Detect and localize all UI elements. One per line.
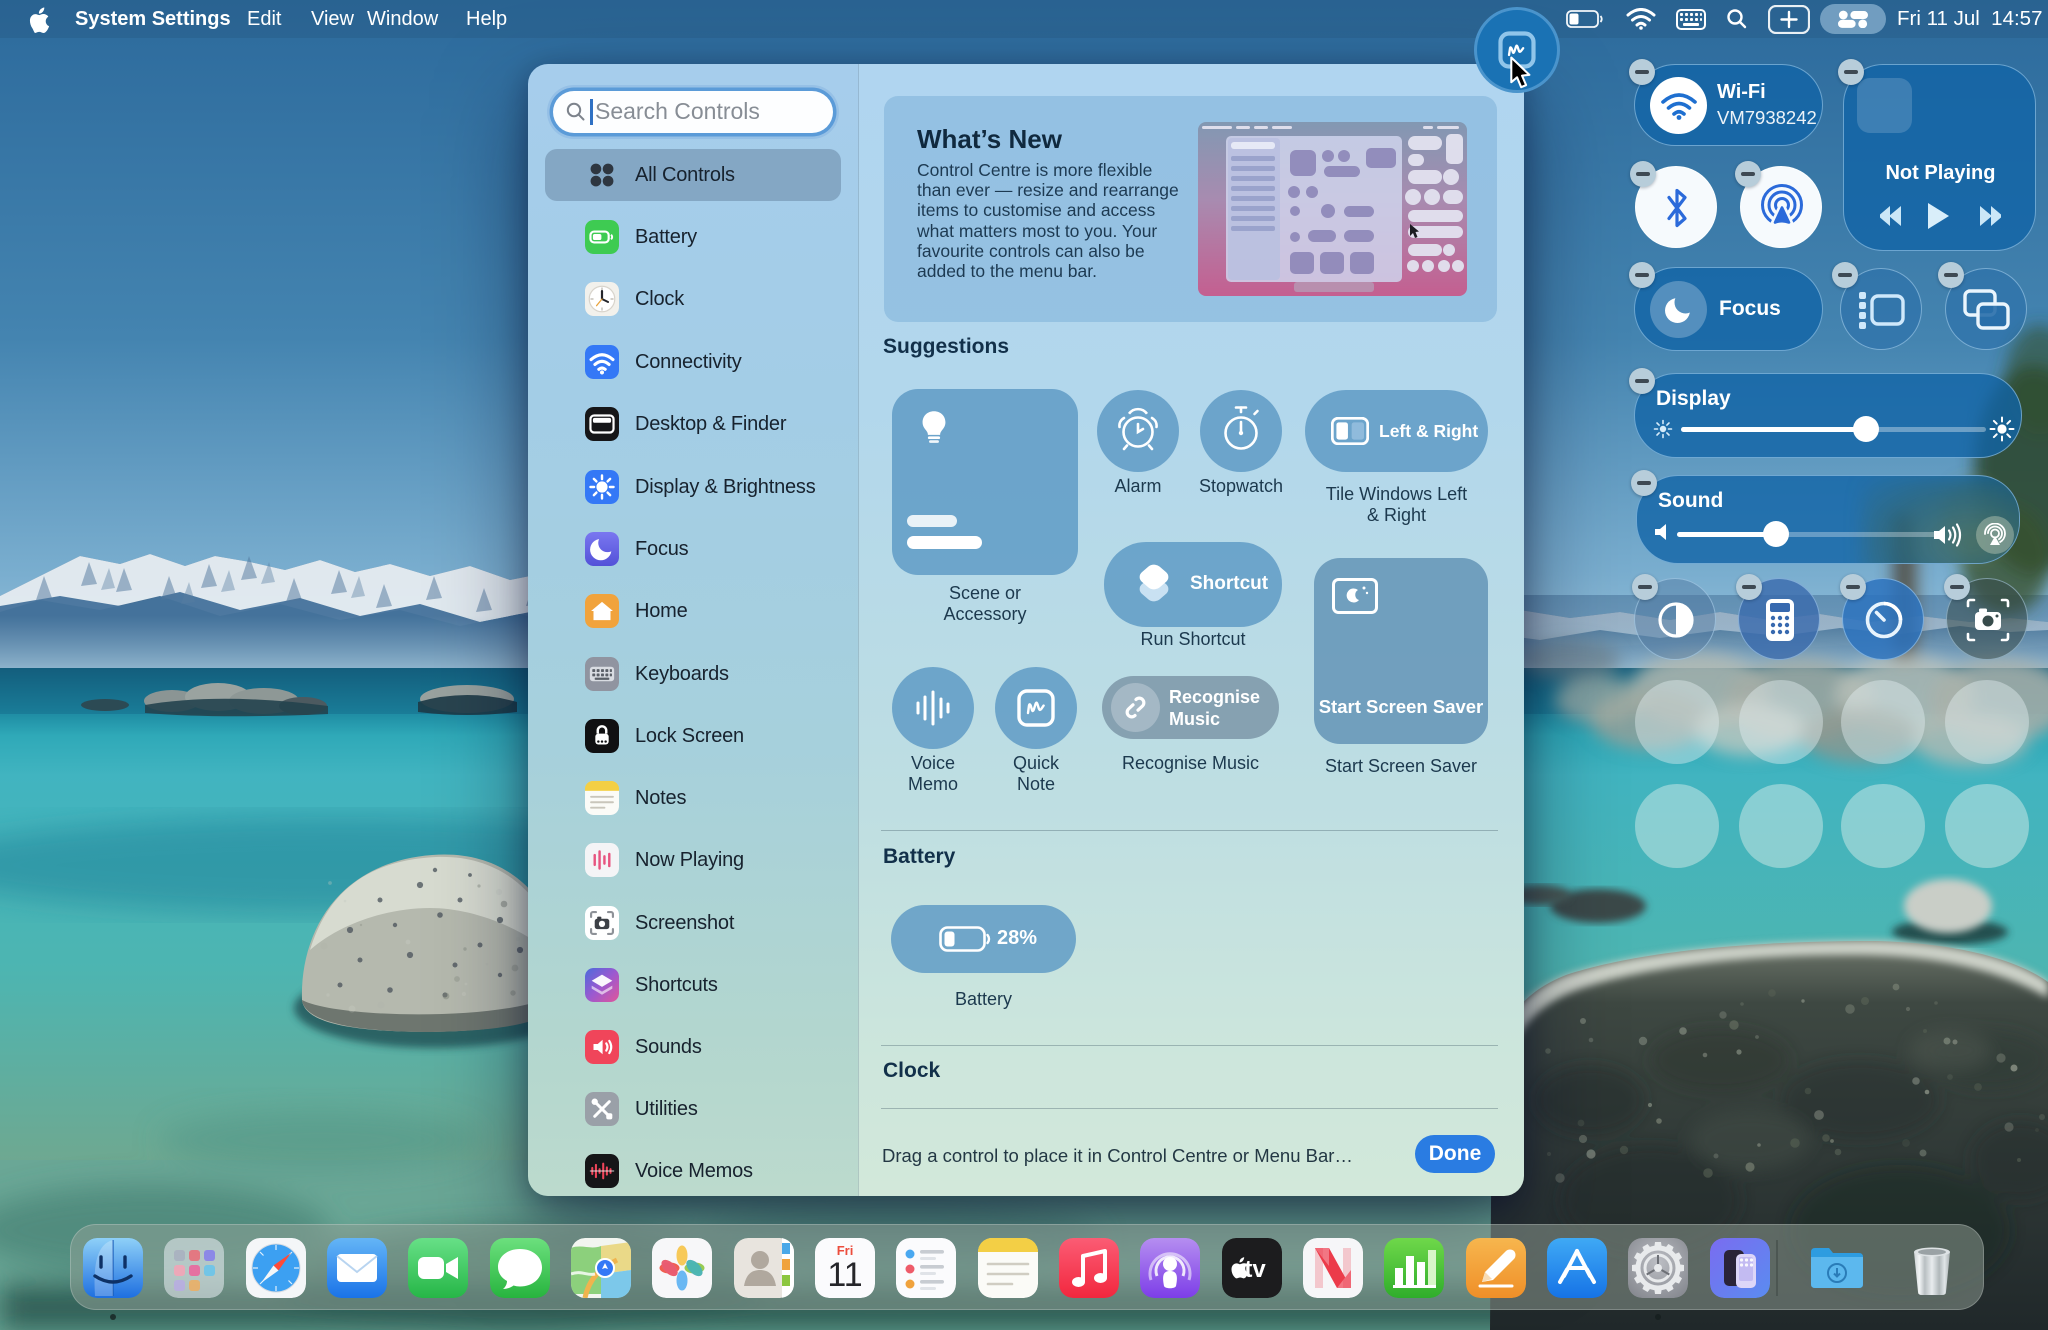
svg-text:tv: tv: [1244, 1256, 1266, 1283]
svg-text:11: 11: [827, 1256, 862, 1294]
